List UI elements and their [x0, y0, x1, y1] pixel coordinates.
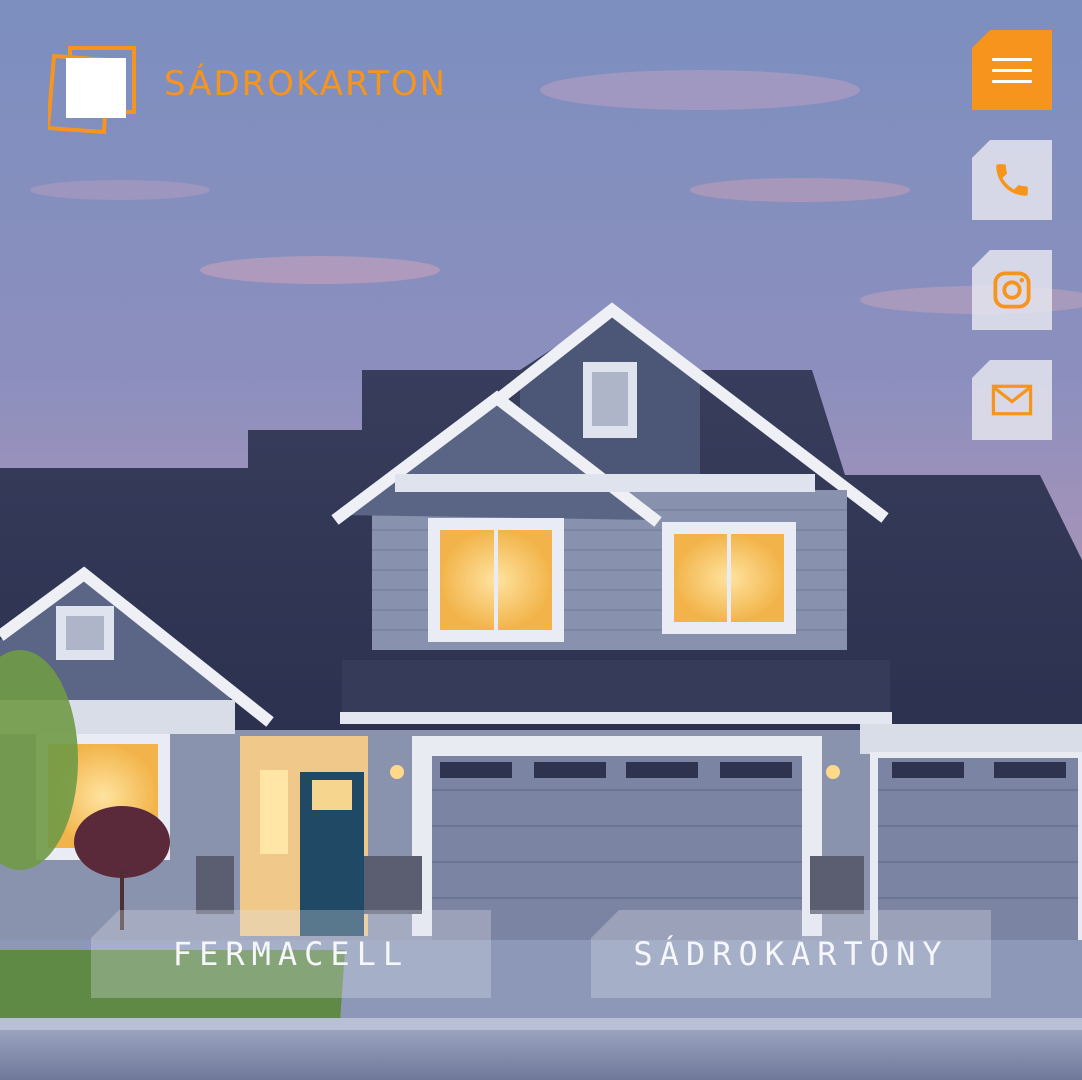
hamburger-menu-icon	[992, 50, 1032, 91]
phone-button[interactable]	[972, 140, 1052, 220]
brand-logo[interactable]: SÁDROKARTON	[45, 46, 448, 138]
instagram-icon	[993, 271, 1031, 309]
fermacell-button[interactable]: FERMACELL	[91, 910, 491, 998]
brand-name: SÁDROKARTON	[164, 64, 448, 104]
sadrokartony-button[interactable]: SÁDROKARTONY	[591, 910, 991, 998]
mail-button[interactable]	[972, 360, 1052, 440]
menu-button[interactable]	[972, 30, 1052, 110]
instagram-button[interactable]	[972, 250, 1052, 330]
phone-icon	[996, 164, 1028, 196]
mail-icon	[991, 384, 1033, 416]
stacked-squares-logo-icon	[45, 46, 140, 138]
